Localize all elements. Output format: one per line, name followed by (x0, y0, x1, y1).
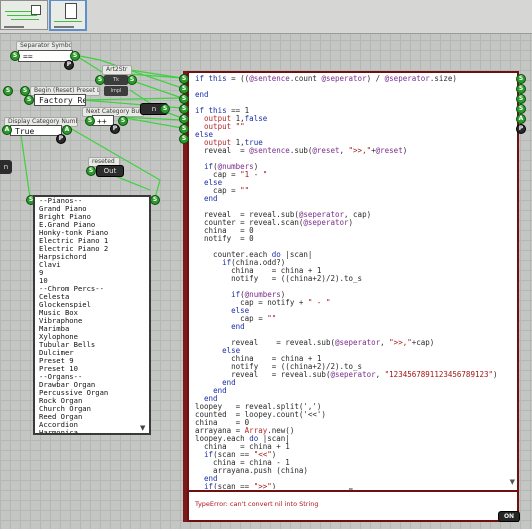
reset-input[interactable]: Factory Rese (34, 94, 86, 106)
category-button-port-s2[interactable]: S (118, 116, 128, 126)
preset-list-item[interactable]: Harmonica (35, 429, 149, 434)
code-line[interactable]: output "" (195, 123, 517, 131)
code-input-port[interactable]: S (179, 74, 189, 84)
code-line[interactable]: cap = "1 - " (195, 171, 517, 179)
error-message: TypeError: can't convert nil into String (195, 500, 319, 508)
category-numbers-port-in[interactable]: A (2, 125, 12, 135)
code-line[interactable]: end (195, 387, 517, 395)
art2str-chip-3[interactable]: Impl (104, 86, 128, 96)
reset-port-a[interactable]: S (3, 86, 13, 96)
error-console-resize-icon[interactable]: ═ (349, 487, 359, 493)
reset-port-c[interactable]: S (24, 95, 34, 105)
separator-input[interactable]: == (18, 50, 73, 62)
code-scroll-down-icon[interactable]: ▼ (510, 478, 515, 486)
code-editor-body[interactable]: if this = ((@sentence.count @seperator) … (189, 73, 517, 490)
code-input-port[interactable]: S (179, 134, 189, 144)
art2str-port-2[interactable]: S (95, 75, 105, 85)
separator-output-port[interactable]: S (70, 51, 80, 61)
code-editor-panel[interactable]: if this = ((@sentence.count @seperator) … (187, 71, 519, 522)
reseted-out-button[interactable]: Out (96, 165, 124, 177)
code-output-port[interactable]: P (516, 124, 526, 134)
code-line[interactable] (195, 83, 517, 91)
separator-p-port[interactable]: P (64, 60, 74, 70)
code-input-port[interactable]: S (179, 94, 189, 104)
code-line[interactable]: end (195, 379, 517, 387)
code-output-port[interactable]: S (516, 74, 526, 84)
category-numbers-input[interactable]: True (10, 125, 62, 136)
separator-input-port[interactable]: S (10, 51, 20, 61)
code-input-port[interactable]: S (179, 124, 189, 134)
code-line[interactable]: reveal = @sentence.sub(@reset, ">>,"+@re… (195, 147, 517, 155)
code-line[interactable]: if this = ((@sentence.count @seperator) … (195, 75, 517, 83)
art2str-chip-1[interactable]: Tk (104, 75, 128, 85)
code-line[interactable]: end (195, 195, 517, 203)
code-line[interactable]: reveal = reveal.sub(@seperator, ">>,"+ca… (195, 339, 517, 347)
error-console: ═ TypeError: can't convert nil into Stri… (189, 487, 517, 520)
code-output-port[interactable]: A (516, 114, 526, 124)
preset-list-item[interactable]: 9 (35, 269, 149, 277)
category-numbers-port-out[interactable]: A (62, 125, 72, 135)
left-edge-tab[interactable]: n (0, 160, 12, 174)
code-input-port[interactable]: S (179, 114, 189, 124)
code-output-port[interactable]: S (516, 104, 526, 114)
code-line[interactable]: notify = 0 (195, 235, 517, 243)
code-line[interactable]: notify = ((china+2)/2).to_s (195, 275, 517, 283)
code-output-port[interactable]: S (516, 94, 526, 104)
art2str-port-1[interactable]: S (127, 75, 137, 85)
category-button-port-s[interactable]: S (85, 116, 95, 126)
list-port-right[interactable]: S (150, 195, 160, 205)
code-input-port[interactable]: S (179, 84, 189, 94)
category-numbers-port-p[interactable]: P (56, 134, 66, 144)
code-line[interactable]: end (195, 323, 517, 331)
code-line[interactable]: reveal = reveal.sub(@seperator, "1234567… (195, 371, 517, 379)
code-line[interactable]: end (195, 91, 517, 99)
category-port-a[interactable]: S (160, 104, 170, 114)
list-scroll-down-icon[interactable]: ▼ (140, 424, 148, 432)
code-input-port[interactable]: S (179, 104, 189, 114)
code-output-port[interactable]: S (516, 84, 526, 94)
art2str-node-label: Art2Str (102, 65, 132, 75)
status-badge[interactable]: ON (498, 511, 520, 522)
preset-list-item[interactable]: Clavi (35, 261, 149, 269)
code-line[interactable]: cap = "" (195, 187, 517, 195)
category-button-port-p[interactable]: P (110, 124, 120, 134)
reseted-port[interactable]: S (86, 166, 96, 176)
code-line[interactable]: arrayana.push (china) (195, 467, 517, 475)
preset-list-body: --Pianos-- Grand Piano Bright Piano E.Grand… (35, 197, 149, 434)
preset-list[interactable]: --Pianos-- Grand Piano Bright Piano E.Grand… (33, 195, 151, 435)
